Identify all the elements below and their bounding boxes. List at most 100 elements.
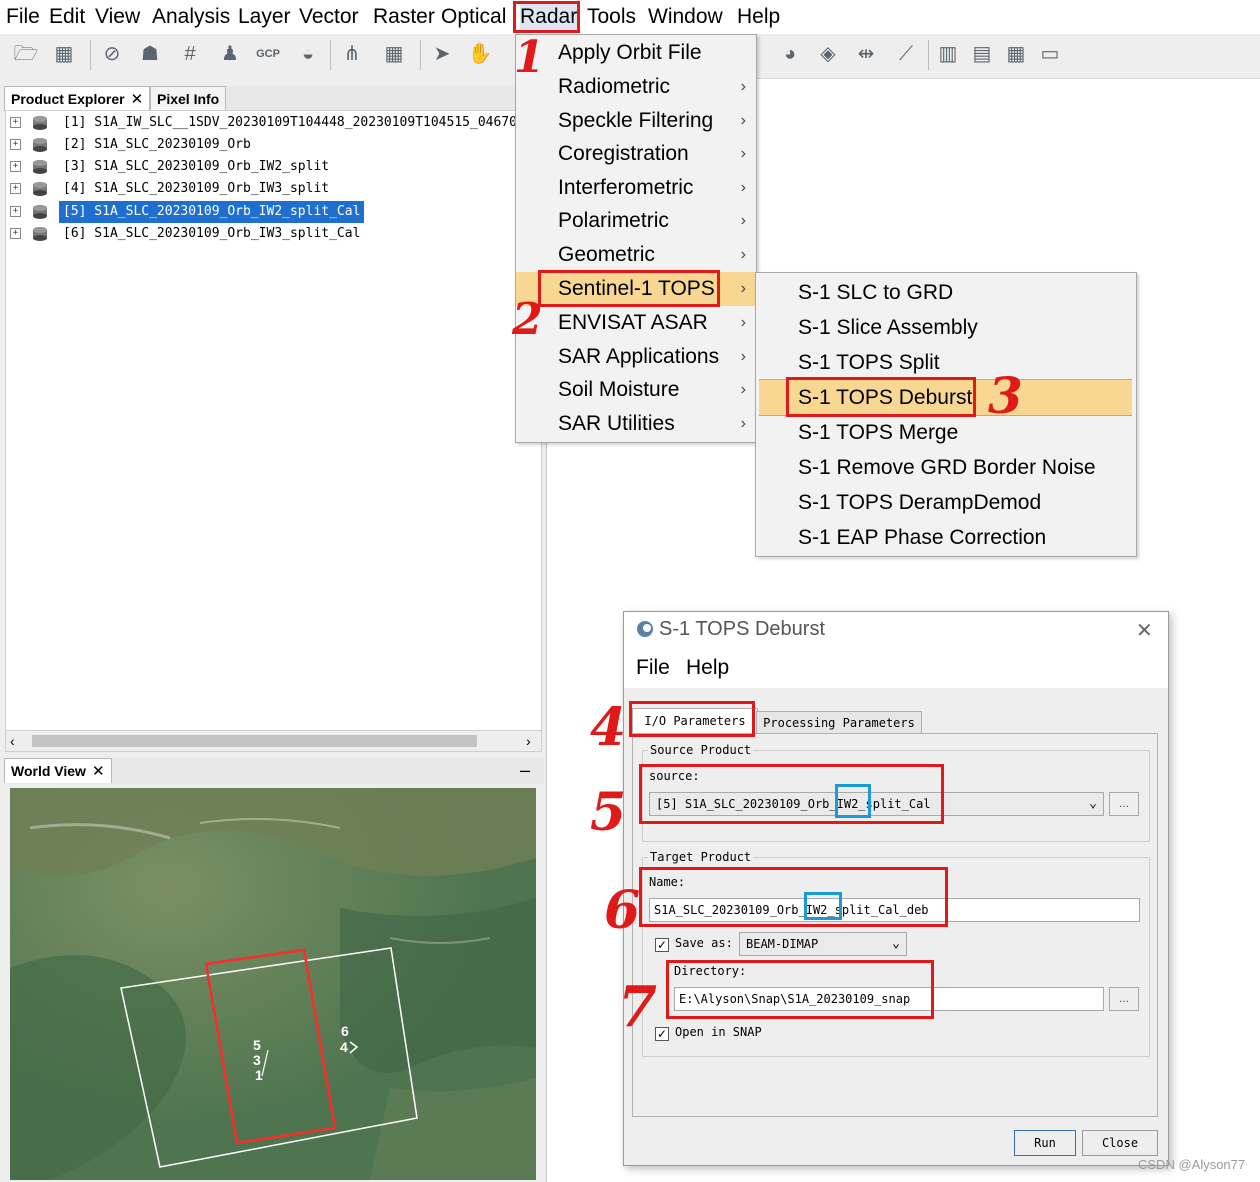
tab-io-parameters[interactable]: I/O Parameters [632,708,758,735]
product-label: [4] S1A_SLC_20230109_Orb_IW3_split [63,181,330,196]
step-number: 7 [618,974,657,1040]
menu-item-label: Interferometric [558,176,694,199]
expand-icon[interactable]: + [10,161,21,172]
mask-manager-icon[interactable]: ◒ [294,40,322,68]
menu-item-envisat-asar[interactable]: ENVISAT ASAR › [516,306,756,340]
expand-icon[interactable]: + [10,206,21,217]
expand-icon[interactable]: + [10,117,21,128]
minimize-icon[interactable]: – [520,758,530,782]
scroll-left-icon[interactable]: ‹ [10,731,15,751]
tab-processing-parameters[interactable]: Processing Parameters [756,711,922,734]
save-format-value: BEAM-DIMAP [746,937,819,951]
menu-item-coregistration[interactable]: Coregistration › [516,137,756,171]
product-row-selected[interactable]: + [5] S1A_SLC_20230109_Orb_IW2_split_Cal [6,201,536,223]
menu-item-apply-orbit-file[interactable]: Apply Orbit File [516,36,756,70]
tab-pixel-info[interactable]: Pixel Info [150,86,227,111]
submenu-item-slice-assembly[interactable]: S-1 Slice Assembly [756,310,1136,345]
gcp-manager-icon[interactable]: GCP [254,40,282,68]
menu-vector[interactable]: Vector [299,2,359,32]
watermark: CSDN @Alyson77 [1138,1157,1246,1172]
tile-vertical-icon[interactable]: ▤ [968,40,996,68]
submenu-item-tops-deramp-demod[interactable]: S-1 TOPS DerampDemod [756,485,1136,520]
save-format-select[interactable]: BEAM-DIMAP ⌄ [739,932,907,956]
expand-icon[interactable]: + [10,183,21,194]
product-row[interactable]: + [4] S1A_SLC_20230109_Orb_IW3_split [6,178,536,200]
select-tool-icon[interactable]: ➤ [428,40,456,68]
tab-product-explorer-label: Product Explorer [11,91,125,107]
product-row[interactable]: + [6] S1A_SLC_20230109_Orb_IW3_split_Cal [6,223,536,245]
batch-processing-icon[interactable]: ▦ [380,40,408,68]
close-icon[interactable]: ✕ [92,763,105,780]
submenu-item-eap-phase-correction[interactable]: S-1 EAP Phase Correction [756,520,1136,555]
menu-item-soil-moisture[interactable]: Soil Moisture › [516,373,756,407]
menu-file[interactable]: File [6,2,40,32]
menu-optical[interactable]: Optical [441,2,506,32]
submenu-item-remove-grd-border-noise[interactable]: S-1 Remove GRD Border Noise [756,450,1136,485]
menu-tools[interactable]: Tools [587,2,636,32]
scroll-right-icon[interactable]: › [526,731,531,751]
close-icon[interactable]: ✕ [1136,618,1153,643]
pin-manager-icon[interactable]: ♟ [216,40,244,68]
menu-item-geometric[interactable]: Geometric › [516,238,756,272]
target-name-input[interactable]: S1A_SLC_20230109_Orb_IW2_split_Cal_deb [649,898,1140,922]
subset-icon[interactable]: ☗ [136,40,164,68]
menu-window[interactable]: Window [648,2,723,32]
tree-horizontal-scrollbar[interactable]: ‹ › [5,730,542,752]
directory-browse-button[interactable]: ... [1109,987,1139,1011]
menu-item-polarimetric[interactable]: Polarimetric › [516,204,756,238]
menu-help[interactable]: Help [737,2,780,32]
band-maths-icon[interactable]: ⊘ [98,40,126,68]
world-map-view[interactable]: 5 3 1 6 4 [10,788,536,1180]
submenu-item-tops-merge[interactable]: S-1 TOPS Merge [756,415,1136,450]
menu-item-speckle-filtering[interactable]: Speckle Filtering › [516,104,756,138]
submenu-item-slc-to-grd[interactable]: S-1 SLC to GRD [756,275,1136,310]
tab-product-explorer[interactable]: Product Explorer ✕ [4,86,151,111]
tile-grid-icon[interactable]: ▦ [1002,40,1030,68]
dialog-menu-file[interactable]: File [636,656,670,680]
menu-item-sentinel-1-tops[interactable]: Sentinel-1 TOPS › [516,272,756,306]
menu-view[interactable]: View [95,2,140,32]
submenu-item-tops-split[interactable]: S-1 TOPS Split [756,345,1136,380]
tile-horizontal-icon[interactable]: ▥ [934,40,962,68]
menu-layer[interactable]: Layer [238,2,291,32]
pan-tool-icon[interactable]: ✋ [466,40,494,68]
product-row[interactable]: + [3] S1A_SLC_20230109_Orb_IW2_split [6,156,536,178]
menu-raster[interactable]: Raster [373,2,435,32]
directory-input[interactable]: E:\Alyson\Snap\S1A_20230109_snap [674,987,1104,1011]
close-button[interactable]: Close [1082,1130,1158,1156]
menu-edit[interactable]: Edit [49,2,85,32]
scrollbar-thumb[interactable] [32,735,477,747]
magic-wand-icon[interactable]: ⟋ [892,40,920,68]
open-in-snap-label: Open in SNAP [675,1025,762,1039]
expand-icon[interactable]: + [10,139,21,150]
menu-radar[interactable]: Radar [520,2,578,32]
menu-item-radiometric[interactable]: Radiometric › [516,70,756,104]
menu-item-label: S-1 TOPS Merge [798,421,959,444]
source-browse-button[interactable]: ... [1109,792,1139,816]
submenu-item-tops-deburst[interactable]: S-1 TOPS Deburst [759,379,1132,416]
zoom-tool-icon[interactable]: ◕ [776,40,804,68]
deburst-dialog: S-1 TOPS Deburst ✕ File Help I/O Paramet… [623,611,1169,1166]
graticule-icon[interactable]: # [176,40,204,68]
close-icon[interactable]: ✕ [131,91,144,108]
menu-item-sar-utilities[interactable]: SAR Utilities › [516,407,756,441]
range-finder-icon[interactable]: ⇹ [852,40,880,68]
open-product-icon[interactable]: 🗁 [12,40,40,68]
menu-analysis[interactable]: Analysis [152,2,230,32]
open-in-snap-checkbox[interactable]: ✓ [655,1027,669,1041]
product-row[interactable]: + [1] S1A_IW_SLC__1SDV_20230109T104448_2… [6,112,540,134]
save-product-icon[interactable]: ▦ [50,40,78,68]
menu-item-label: S-1 TOPS Deburst [798,386,973,409]
save-as-checkbox[interactable]: ✓ [655,938,669,952]
run-button[interactable]: Run [1014,1130,1076,1156]
menu-item-interferometric[interactable]: Interferometric › [516,171,756,205]
insert-placemark-icon[interactable]: ◈ [814,40,842,68]
graph-builder-icon[interactable]: ⋔ [338,40,366,68]
tile-single-icon[interactable]: ▭ [1036,40,1064,68]
product-row[interactable]: + [2] S1A_SLC_20230109_Orb [6,134,536,156]
dialog-menu-help[interactable]: Help [686,656,729,680]
expand-icon[interactable]: + [10,228,21,239]
source-product-select[interactable]: [5] S1A_SLC_20230109_Orb_IW2_split_Cal ⌄ [649,792,1104,816]
tab-world-view[interactable]: World View ✕ [4,758,112,783]
menu-item-sar-applications[interactable]: SAR Applications › [516,340,756,374]
